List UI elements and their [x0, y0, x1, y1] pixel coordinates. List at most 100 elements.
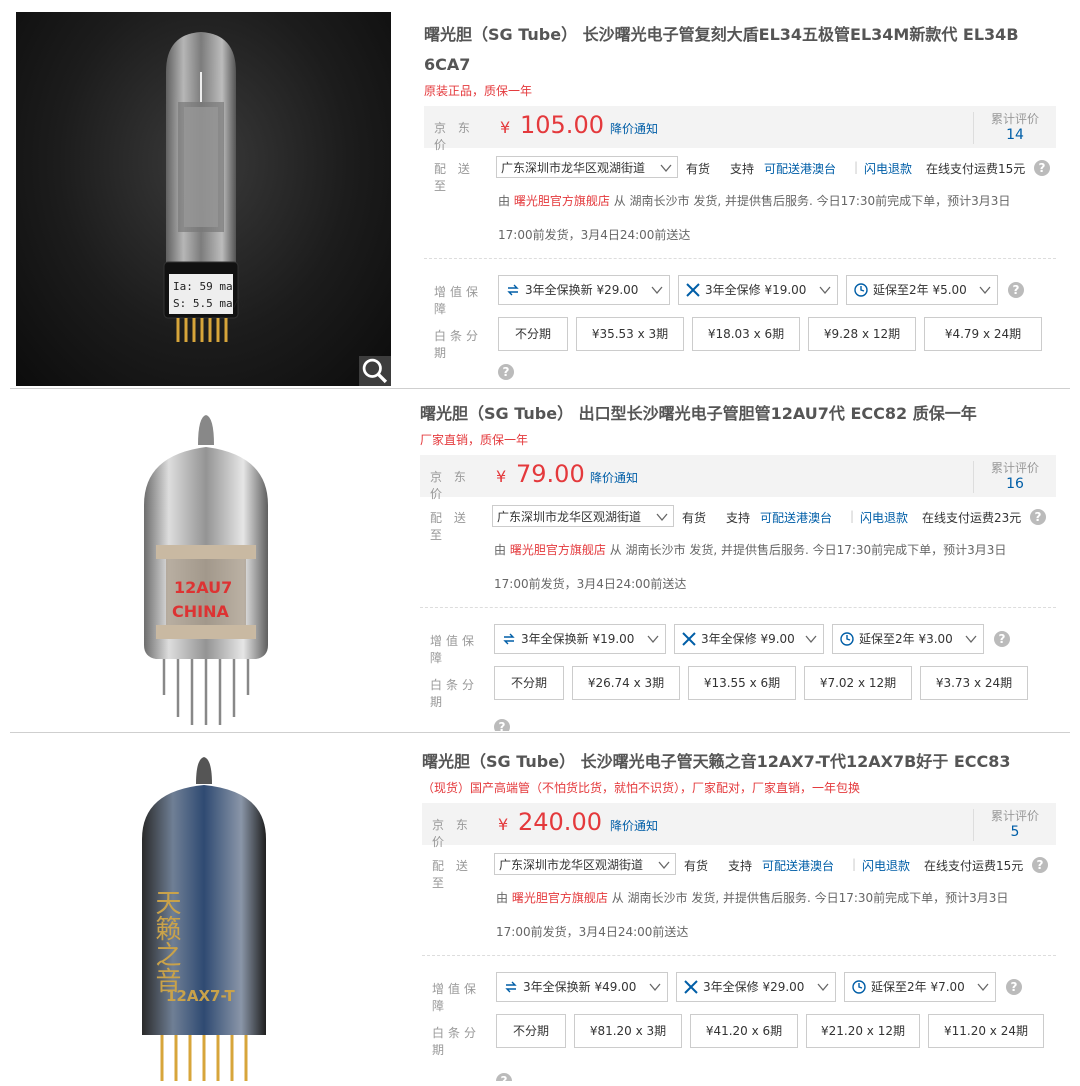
clock-icon — [854, 283, 868, 297]
installment-option[interactable]: 不分期 — [496, 1014, 566, 1048]
el34-tube-illustration: Ia: 59 ma S: 5.5 ma/v — [163, 32, 246, 342]
service-warranty-option[interactable]: 延保至2年 ¥7.00 — [844, 972, 996, 1002]
product-image[interactable]: 天籁之音 12AX7-T — [16, 739, 391, 1081]
flash-refund-link[interactable]: 闪电退款 — [864, 160, 912, 177]
product-image[interactable]: 12AU7 CHINA — [16, 395, 391, 731]
rating-count[interactable]: 5 — [974, 823, 1056, 841]
installment-option[interactable]: ¥11.20 x 24期 — [928, 1014, 1044, 1048]
installment-row: 白条分期 不分期 ¥26.74 x 3期 ¥13.55 x 6期 ¥7.02 x… — [420, 664, 1056, 709]
help-icon[interactable]: ? — [1030, 509, 1046, 525]
installment-option[interactable]: ¥4.79 x 24期 — [924, 317, 1042, 351]
chevron-down-icon — [647, 635, 659, 644]
help-icon[interactable]: ? — [1034, 160, 1050, 176]
value-added-label: 增值保障 — [432, 982, 481, 1013]
chevron-down-icon — [656, 513, 668, 522]
help-icon[interactable]: ? — [1008, 282, 1024, 298]
installment-option[interactable]: ¥9.28 x 12期 — [808, 317, 916, 351]
installment-option[interactable]: ¥26.74 x 3期 — [572, 666, 680, 700]
installment-option[interactable]: ¥18.03 x 6期 — [692, 317, 800, 351]
service-replace-option[interactable]: 3年全保换新 ¥29.00 — [498, 275, 670, 305]
installment-option[interactable]: ¥3.73 x 24期 — [920, 666, 1028, 700]
rating-box[interactable]: 累计评价 14 — [973, 112, 1056, 144]
clock-icon — [840, 632, 854, 646]
seller-prefix: 由 — [498, 194, 511, 208]
help-icon[interactable]: ? — [498, 364, 514, 380]
rating-label: 累计评价 — [990, 461, 1039, 475]
address-selector[interactable]: 广东深圳市龙华区观湖街道 — [494, 853, 676, 875]
rating-label: 累计评价 — [990, 112, 1039, 126]
service-warranty-option[interactable]: 延保至2年 ¥5.00 — [846, 275, 998, 305]
product-title[interactable]: 曙光胆（SG Tube） 长沙曙光电子管复刻大盾EL34五极管EL34M新款代 … — [424, 20, 1056, 80]
installment-option[interactable]: ¥21.20 x 12期 — [806, 1014, 920, 1048]
tools-icon — [684, 980, 698, 994]
product-title[interactable]: 曙光胆（SG Tube） 长沙曙光电子管天籁之音12AX7-T代12AX7B好于… — [422, 747, 1056, 777]
rating-count[interactable]: 14 — [974, 126, 1056, 144]
delivery-row: 配 送 至 广东深圳市龙华区观湖街道 有货 支持 可配送港澳台 | 闪电退款 在… — [424, 154, 1056, 193]
support-label: 支持 — [728, 859, 753, 873]
price-alert-link[interactable]: 降价通知 — [590, 469, 638, 486]
rating-box[interactable]: 累计评价 5 — [973, 809, 1056, 841]
service-replace-option[interactable]: 3年全保换新 ¥19.00 — [494, 624, 666, 654]
rating-box[interactable]: 累计评价 16 — [973, 461, 1056, 493]
service-row: 增值保障 3年全保换新 ¥49.00 3年全保修 ¥29.00 延保至2年 ¥7… — [422, 968, 1056, 1013]
seller-info: 由 曙光胆官方旗舰店 从 湖南长沙市 发货, 并提供售后服务. 今日17:30前… — [498, 184, 1056, 218]
hk-macau-link[interactable]: 可配送港澳台 — [762, 857, 834, 874]
seller-link[interactable]: 曙光胆官方旗舰店 — [510, 543, 606, 557]
help-icon[interactable]: ? — [1006, 979, 1022, 995]
12ax7-tube-illustration: 天籁之音 12AX7-T — [142, 757, 266, 1081]
service-row: 增值保障 3年全保换新 ¥29.00 3年全保修 ¥19.00 延保至2年 ¥5… — [424, 271, 1056, 316]
price-box: 京 东 价 ¥ 240.00 降价通知 累计评价 5 — [422, 803, 1056, 849]
service-warranty-option[interactable]: 延保至2年 ¥3.00 — [832, 624, 984, 654]
installment-option[interactable]: 不分期 — [494, 666, 564, 700]
product-card: 天籁之音 12AX7-T 曙光胆（SG Tube） 长沙曙光电子管天籁之音12A… — [10, 732, 1070, 1081]
installment-label: 白条分期 — [434, 329, 483, 360]
service-label: 延保至2年 ¥3.00 — [859, 632, 953, 646]
tools-icon — [682, 632, 696, 646]
product-title[interactable]: 曙光胆（SG Tube） 出口型长沙曙光电子管胆管12AU7代 ECC82 质保… — [420, 399, 1056, 429]
service-repair-option[interactable]: 3年全保修 ¥19.00 — [678, 275, 838, 305]
hk-macau-link[interactable]: 可配送港澳台 — [764, 160, 836, 177]
address-selector[interactable]: 广东深圳市龙华区观湖街道 — [496, 156, 678, 178]
installment-row: 白条分期 不分期 ¥35.53 x 3期 ¥18.03 x 6期 ¥9.28 x… — [424, 315, 1056, 360]
rating-count[interactable]: 16 — [974, 475, 1056, 493]
delivery-estimate: 17:00前发货，3月4日24:00前送达 — [498, 228, 691, 242]
product-image[interactable]: Ia: 59 ma S: 5.5 ma/v — [16, 12, 391, 386]
chevron-down-icon — [651, 286, 663, 295]
seller-link[interactable]: 曙光胆官方旗舰店 — [512, 891, 608, 905]
seller-link[interactable]: 曙光胆官方旗舰店 — [514, 194, 610, 208]
help-icon[interactable]: ? — [496, 1073, 512, 1081]
svg-text:12AX7-T: 12AX7-T — [166, 987, 236, 1005]
hk-macau-link[interactable]: 可配送港澳台 — [760, 509, 832, 526]
chevron-down-icon — [660, 164, 672, 173]
divider — [422, 955, 1056, 956]
divider — [420, 607, 1056, 608]
installment-option[interactable]: ¥35.53 x 3期 — [576, 317, 684, 351]
jd-price-label: 京 东 价 — [434, 121, 474, 152]
support-label: 支持 — [726, 511, 751, 525]
installment-option[interactable]: ¥81.20 x 3期 — [574, 1014, 682, 1048]
help-icon[interactable]: ? — [494, 719, 510, 731]
installment-option[interactable]: 不分期 — [498, 317, 568, 351]
installment-option[interactable]: ¥13.55 x 6期 — [688, 666, 796, 700]
help-icon[interactable]: ? — [1032, 857, 1048, 873]
service-repair-option[interactable]: 3年全保修 ¥29.00 — [676, 972, 836, 1002]
service-label: 3年全保修 ¥9.00 — [701, 632, 795, 646]
help-icon[interactable]: ? — [994, 631, 1010, 647]
seller-prefix: 由 — [496, 891, 509, 905]
price-value: 79.00 — [516, 460, 585, 488]
service-repair-option[interactable]: 3年全保修 ¥9.00 — [674, 624, 824, 654]
delivery-row: 配 送 至 广东深圳市龙华区观湖街道 有货 支持 可配送港澳台 | 闪电退款 在… — [422, 851, 1056, 890]
jd-price-label: 京 东 价 — [432, 818, 472, 849]
seller-info: 由 曙光胆官方旗舰店 从 湖南长沙市 发货, 并提供售后服务. 今日17:30前… — [494, 533, 1056, 567]
service-row: 增值保障 3年全保换新 ¥19.00 3年全保修 ¥9.00 延保至2年 ¥3.… — [420, 620, 1056, 665]
flash-refund-link[interactable]: 闪电退款 — [862, 857, 910, 874]
installment-option[interactable]: ¥7.02 x 12期 — [804, 666, 912, 700]
zoom-icon[interactable] — [359, 356, 391, 386]
price-alert-link[interactable]: 降价通知 — [610, 120, 658, 137]
price-alert-link[interactable]: 降价通知 — [610, 817, 658, 834]
flash-refund-link[interactable]: 闪电退款 — [860, 509, 908, 526]
address-selector[interactable]: 广东深圳市龙华区观湖街道 — [492, 505, 674, 527]
service-replace-option[interactable]: 3年全保换新 ¥49.00 — [496, 972, 668, 1002]
deliver-to-label: 配 送 至 — [434, 162, 474, 193]
installment-option[interactable]: ¥41.20 x 6期 — [690, 1014, 798, 1048]
